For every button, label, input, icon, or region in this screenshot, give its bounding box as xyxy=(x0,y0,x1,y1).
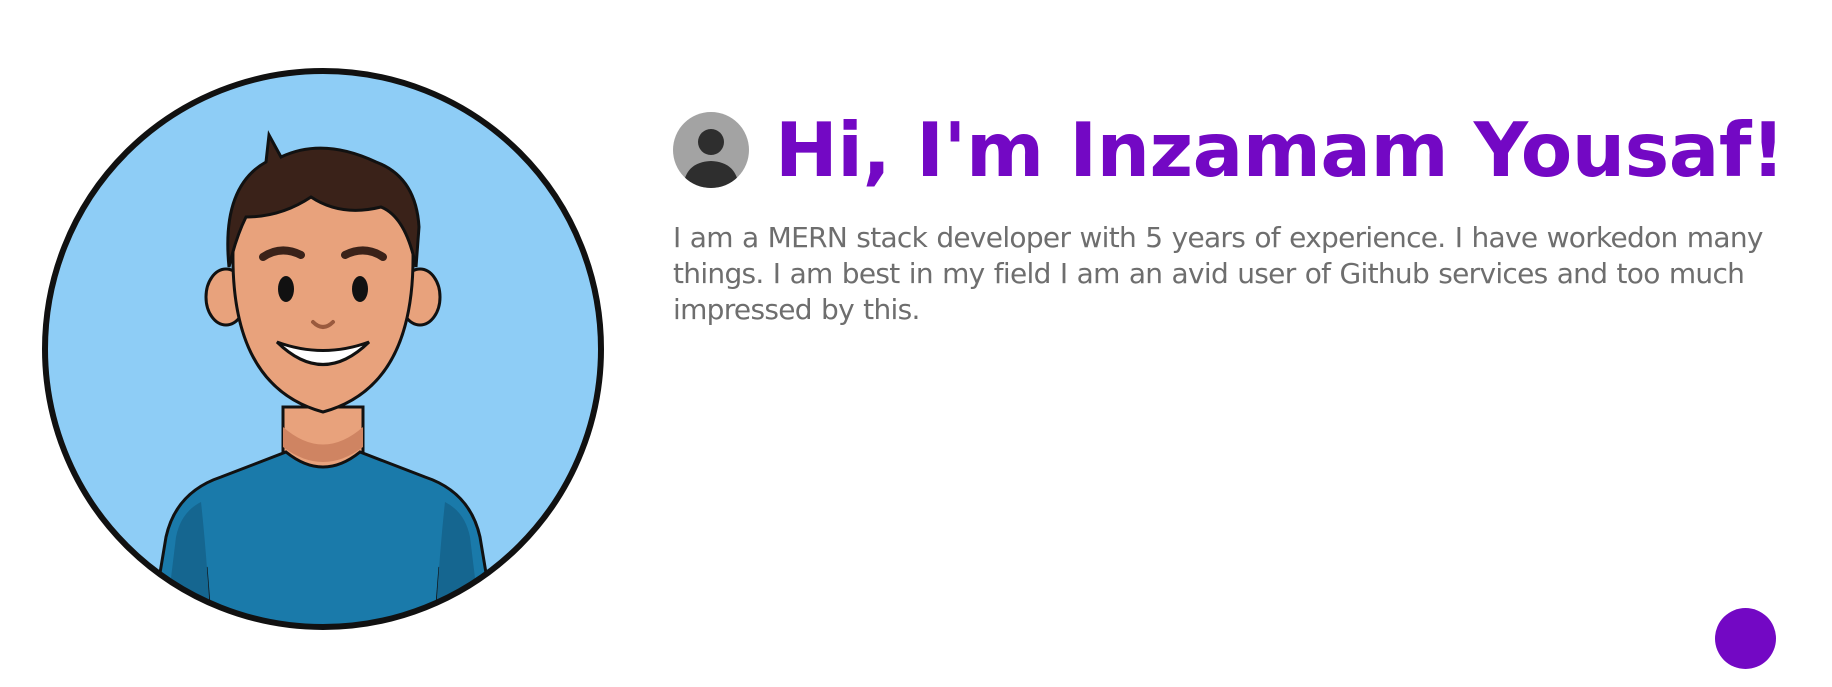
bio-text: I am a MERN stack developer with 5 years… xyxy=(673,221,1763,326)
heading-row: Hi, I'm Inzamam Yousaf! xyxy=(673,112,1793,188)
intro-section: Hi, I'm Inzamam Yousaf! I am a MERN stac… xyxy=(673,112,1793,328)
cartoon-man-avatar-icon xyxy=(42,68,604,630)
user-circle-icon xyxy=(673,112,749,188)
page-title: Hi, I'm Inzamam Yousaf! xyxy=(775,106,1785,194)
profile-avatar xyxy=(41,67,605,631)
floating-action-button[interactable] xyxy=(1715,608,1776,669)
